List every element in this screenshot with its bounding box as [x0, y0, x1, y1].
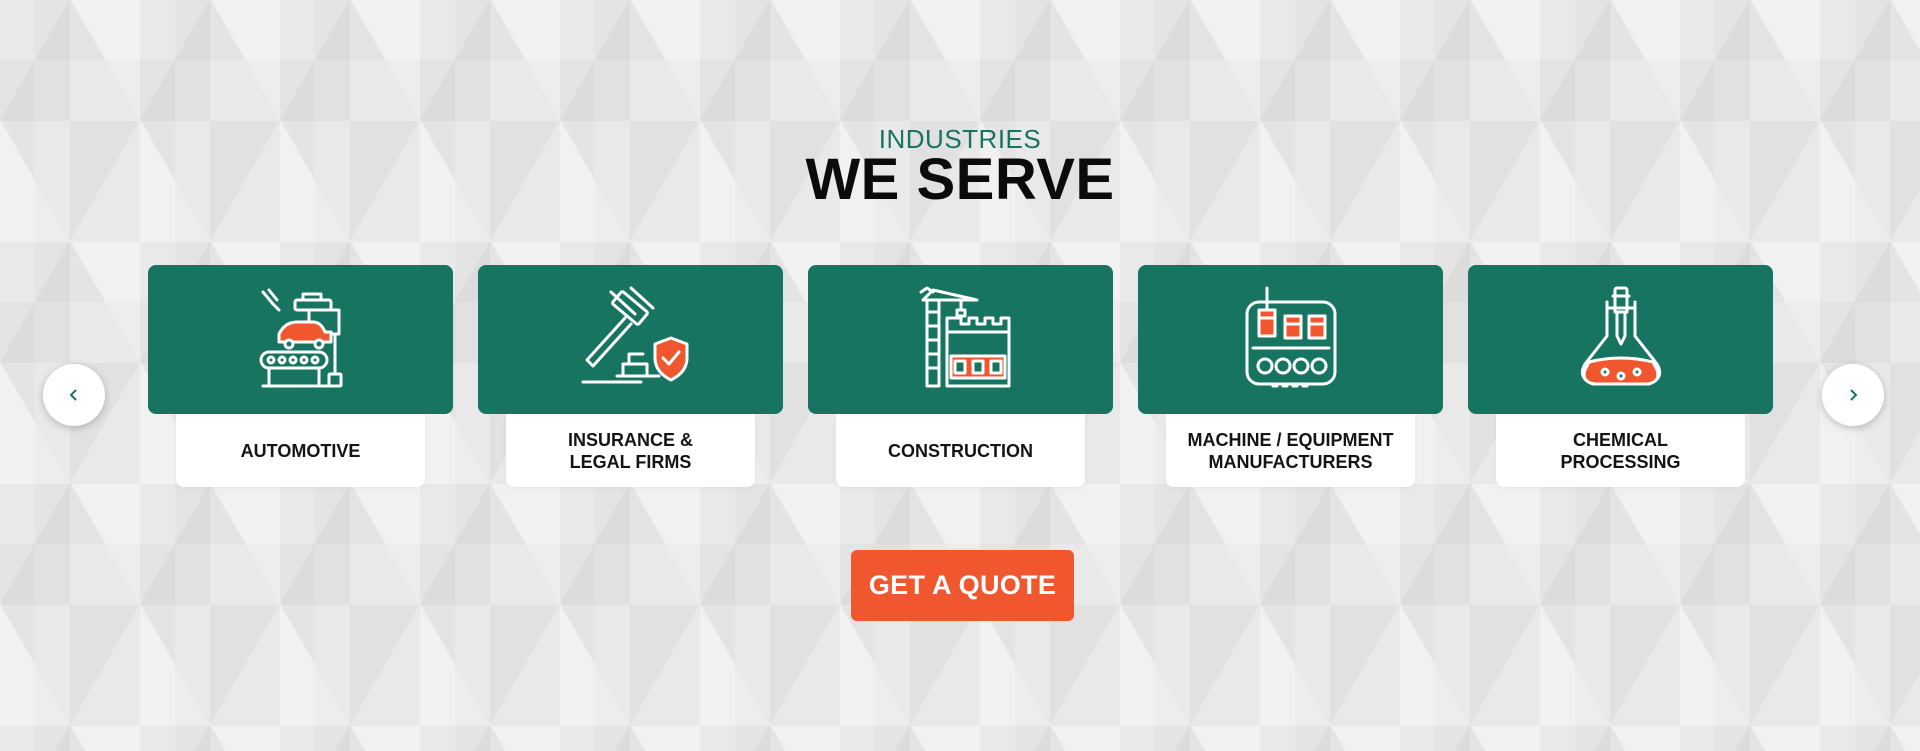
carousel-next-button[interactable]	[1822, 364, 1884, 426]
industry-card-label: INSURANCE &	[567, 429, 693, 450]
industry-card-automotive[interactable]: AUTOMOTIVE	[148, 265, 453, 487]
section-title: WE SERVE	[805, 147, 1115, 212]
construction-crane-icon	[919, 286, 1010, 387]
chevron-left-icon	[69, 389, 77, 401]
get-a-quote-button[interactable]: GET A QUOTE	[851, 550, 1074, 621]
industry-card-label: CONSTRUCTION	[888, 440, 1033, 461]
industries-carousel: AUTOMOTIVE INSURANCE & LEGAL FIRMS CONST…	[148, 265, 1773, 487]
chemical-flask-icon	[1580, 286, 1661, 385]
gavel-shield-icon	[581, 286, 688, 383]
automotive-icon	[259, 288, 342, 387]
industry-card-label-line2: MANUFACTURERS	[1208, 451, 1373, 472]
industry-card-label: MACHINE / EQUIPMENT	[1187, 429, 1394, 450]
industry-card-construction[interactable]: CONSTRUCTION	[808, 265, 1113, 487]
chevron-right-icon	[1850, 389, 1858, 401]
industry-card-label-line2: LEGAL FIRMS	[569, 451, 692, 472]
industry-card-machine-equipment[interactable]: MACHINE / EQUIPMENT MANUFACTURERS	[1138, 265, 1443, 487]
industry-card-insurance-legal[interactable]: INSURANCE & LEGAL FIRMS	[478, 265, 783, 487]
industry-card-label: CHEMICAL	[1573, 429, 1668, 450]
industry-card-label-line2: PROCESSING	[1560, 451, 1681, 472]
industry-card-chemical[interactable]: CHEMICAL PROCESSING	[1468, 265, 1773, 487]
carousel-prev-button[interactable]	[43, 364, 105, 426]
machine-icon	[1245, 286, 1336, 387]
industry-card-label: AUTOMOTIVE	[240, 440, 361, 461]
